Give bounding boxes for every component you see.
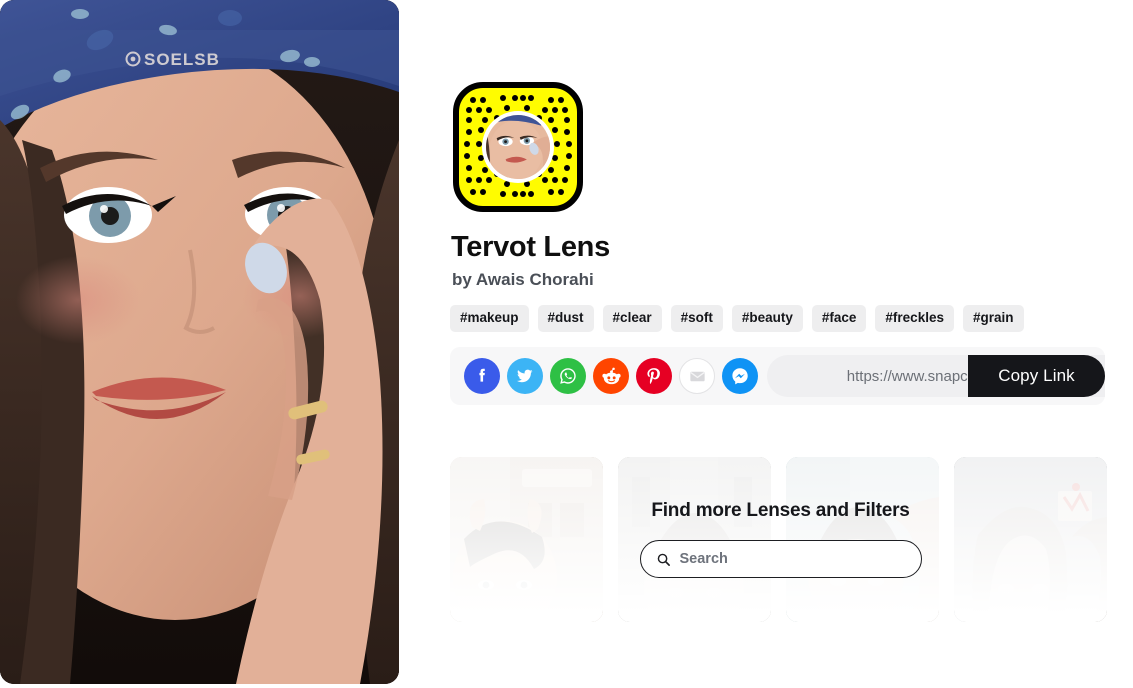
tag-dust[interactable]: #dust [537, 305, 594, 332]
lens-thumbnail-1-graphic [450, 457, 603, 622]
tag-face[interactable]: #face [811, 305, 867, 332]
twitter-icon[interactable] [507, 358, 543, 394]
tag-makeup[interactable]: #makeup [450, 305, 529, 332]
svg-text:SOELSB: SOELSB [144, 50, 220, 69]
facebook-icon[interactable] [464, 358, 500, 394]
pinterest-icon[interactable] [636, 358, 672, 394]
copy-link-button[interactable]: Copy Link [968, 355, 1105, 397]
search-placeholder: Search [679, 551, 728, 567]
messenger-icon[interactable] [722, 358, 758, 394]
snapcode[interactable] [453, 82, 583, 212]
facebook-glyph [479, 368, 485, 382]
discover-section: Find more Lenses and Filters Search [450, 457, 1111, 622]
envelope-glyph [689, 371, 705, 381]
whatsapp-icon[interactable] [550, 358, 586, 394]
lens-title: Tervot Lens [451, 231, 610, 263]
reddit-icon[interactable] [593, 358, 629, 394]
share-link-group: https://www.snapchat.... Copy Link [767, 355, 1105, 397]
lens-tag-list: #makeup #dust #clear #soft #beauty #face… [450, 305, 1024, 332]
lens-thumbnail-4-graphic [954, 457, 1107, 622]
tag-freckles[interactable]: #freckles [875, 305, 954, 332]
snapcode-avatar-graphic [486, 115, 550, 179]
tag-grain[interactable]: #grain [962, 305, 1024, 332]
tag-clear[interactable]: #clear [602, 305, 662, 332]
share-bar: https://www.snapchat.... Copy Link [450, 347, 1105, 405]
lens-thumbnail-4[interactable] [954, 457, 1107, 622]
twitter-glyph [517, 369, 533, 383]
social-share-row [450, 358, 758, 394]
messenger-glyph [732, 368, 748, 385]
tag-beauty[interactable]: #beauty [731, 305, 803, 332]
lens-author: by Awais Chorahi [452, 270, 594, 289]
tag-soft[interactable]: #soft [670, 305, 723, 332]
lens-share-page: SOELSB Tervot Lens by Awais Chorahi #mak… [0, 0, 1133, 688]
snapcode-avatar [482, 111, 554, 183]
search-icon [657, 553, 670, 566]
reddit-glyph [601, 367, 621, 384]
lens-thumbnail-1[interactable] [450, 457, 603, 622]
lens-preview-photo: SOELSB [0, 0, 399, 684]
hero-photo-graphic: SOELSB [0, 0, 399, 684]
email-icon[interactable] [679, 358, 715, 394]
pinterest-glyph [647, 368, 660, 384]
lens-detail-panel: Tervot Lens by Awais Chorahi #makeup #du… [450, 0, 1133, 688]
whatsapp-glyph [560, 368, 576, 384]
search-input[interactable]: Search [639, 540, 922, 578]
